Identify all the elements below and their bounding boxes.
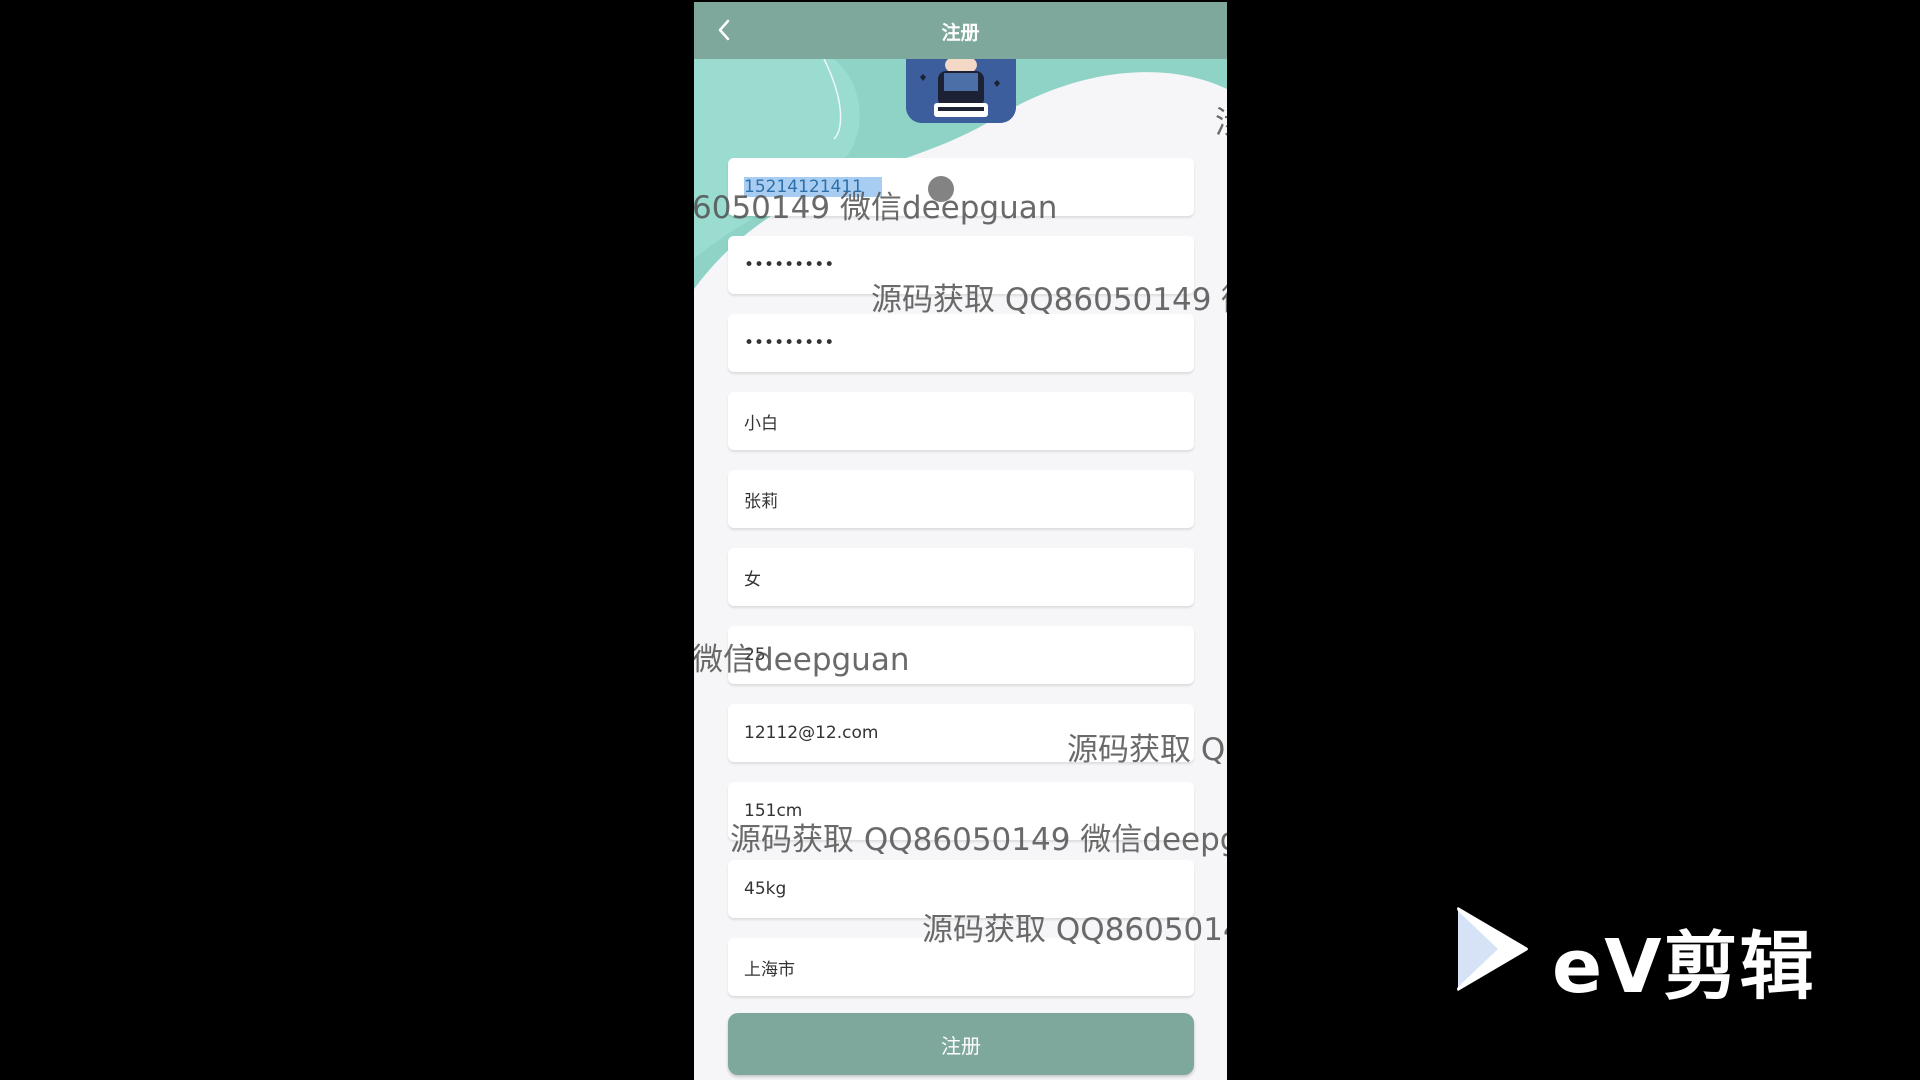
confirm-password-input[interactable] bbox=[744, 333, 1164, 353]
height-field bbox=[728, 782, 1194, 840]
phone-input[interactable] bbox=[744, 177, 882, 197]
age-input[interactable] bbox=[744, 645, 1164, 665]
gender-input[interactable] bbox=[744, 567, 1164, 587]
avatar-illustration-icon bbox=[906, 59, 1016, 123]
register-form bbox=[728, 158, 1194, 1016]
password-field bbox=[728, 236, 1194, 294]
gender-field bbox=[728, 548, 1194, 606]
phone-field bbox=[728, 158, 1194, 216]
top-bar: 注册 bbox=[694, 2, 1227, 59]
ev-logo-text: eV剪辑 bbox=[1552, 924, 1816, 1010]
age-field bbox=[728, 626, 1194, 684]
nickname-field bbox=[728, 392, 1194, 450]
page-title: 注册 bbox=[941, 22, 980, 44]
avatar[interactable] bbox=[906, 59, 1016, 123]
register-button[interactable]: 注册 bbox=[728, 1013, 1194, 1075]
touch-cursor-indicator bbox=[928, 176, 954, 202]
password-input[interactable] bbox=[744, 255, 1164, 275]
weight-input[interactable] bbox=[744, 879, 1164, 899]
play-triangle-icon bbox=[1457, 907, 1528, 991]
phone-screen: 注册 15214121411 ••••••••• ••••••••• 小白 张莉… bbox=[694, 2, 1227, 1080]
weight-field bbox=[728, 860, 1194, 918]
city-field bbox=[728, 938, 1194, 996]
screen: 注册 15214121411 ••••••••• ••••••••• 小白 张莉… bbox=[0, 0, 1920, 1080]
confirm-password-field bbox=[728, 314, 1194, 372]
email-input[interactable] bbox=[744, 723, 1164, 743]
city-input[interactable] bbox=[744, 957, 1164, 977]
height-input[interactable] bbox=[744, 801, 1164, 821]
ev-editor-logo: eV剪辑 bbox=[1452, 905, 1822, 1010]
email-field bbox=[728, 704, 1194, 762]
nickname-input[interactable] bbox=[744, 411, 1164, 431]
name-field bbox=[728, 470, 1194, 528]
name-input[interactable] bbox=[744, 489, 1164, 509]
